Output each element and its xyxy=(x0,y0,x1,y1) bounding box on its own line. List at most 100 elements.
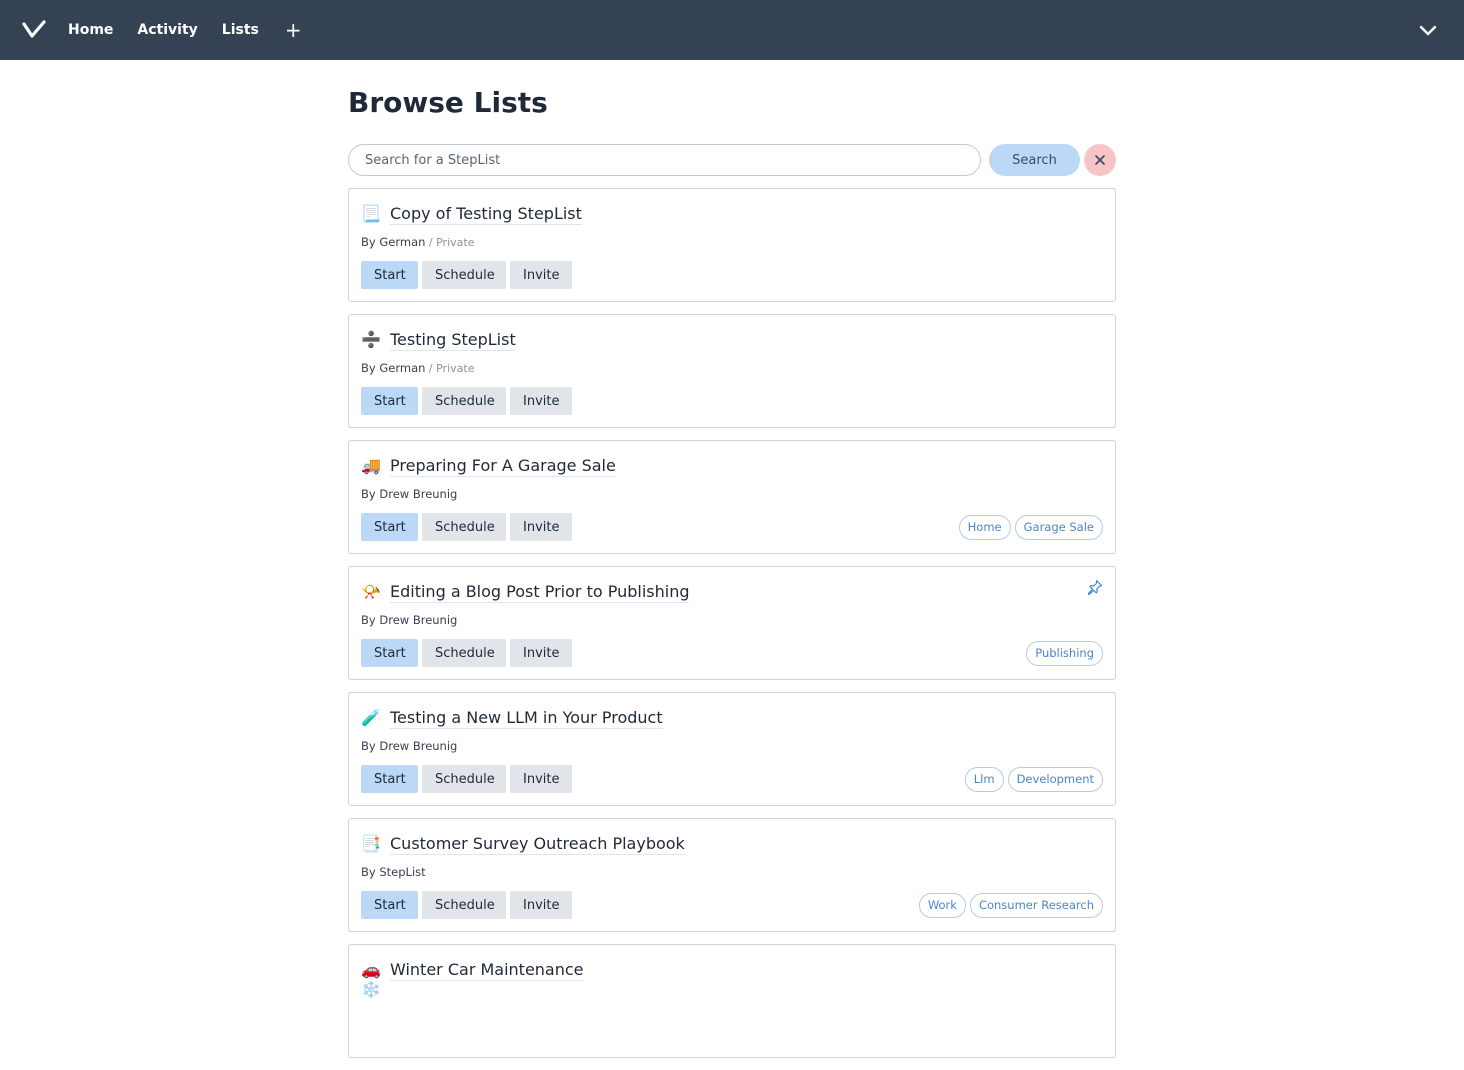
tag-badge[interactable]: Home xyxy=(958,515,1011,540)
list-title-link[interactable]: Preparing For A Garage Sale xyxy=(390,456,616,477)
nav-lists-link[interactable]: Lists xyxy=(222,22,259,38)
byline-prefix: By xyxy=(361,613,376,627)
steplist-card: 📃 Copy of Testing StepList By German / Pri… xyxy=(348,188,1116,302)
card-title-row: 📃 Copy of Testing StepList xyxy=(361,203,582,225)
card-title-row: 📯 Editing a Blog Post Prior to Publishing xyxy=(361,581,690,603)
card-actions: Start Schedule Invite xyxy=(361,261,572,289)
list-byline: By StepList xyxy=(361,865,426,879)
card-actions: Start Schedule Invite xyxy=(361,639,572,667)
steplist-logo-icon[interactable] xyxy=(22,18,46,42)
list-title-link[interactable]: Editing a Blog Post Prior to Publishing xyxy=(390,582,690,603)
list-emoji-icon: 🧪 xyxy=(361,708,381,727)
list-title-link[interactable]: Testing StepList xyxy=(390,330,516,351)
invite-button[interactable]: Invite xyxy=(510,513,572,541)
steplist-card: 🧪 Testing a New LLM in Your Product By Dre… xyxy=(348,692,1116,806)
byline-prefix: By xyxy=(361,487,376,501)
steplist-card: 📯 Editing a Blog Post Prior to Publishing… xyxy=(348,566,1116,680)
schedule-button[interactable]: Schedule xyxy=(422,891,506,919)
start-button[interactable]: Start xyxy=(361,765,418,793)
list-emoji-icon: 📯 xyxy=(361,582,381,601)
card-tags: Publishing xyxy=(1026,641,1103,666)
steplist-list: 📃 Copy of Testing StepList By German / Pri… xyxy=(348,188,1116,1058)
card-actions: Start Schedule Invite xyxy=(361,891,572,919)
byline-prefix: By xyxy=(361,235,376,249)
author-name: German xyxy=(379,235,426,249)
steplist-card: ➗ Testing StepList By German / Private Star… xyxy=(348,314,1116,428)
clear-search-button[interactable] xyxy=(1084,144,1116,176)
card-actions: Start Schedule Invite xyxy=(361,513,572,541)
steplist-card: 📑 Customer Survey Outreach Playbook By Ste… xyxy=(348,818,1116,932)
byline-prefix: By xyxy=(361,739,376,753)
card-title-row: 🚚 Preparing For A Garage Sale xyxy=(361,455,616,477)
byline-prefix: By xyxy=(361,361,376,375)
card-tags: Llm Development xyxy=(964,767,1103,792)
list-byline: By Drew Breunig xyxy=(361,487,457,501)
start-button[interactable]: Start xyxy=(361,639,418,667)
search-bar: Search xyxy=(348,144,1116,176)
top-navigation-bar: Home Activity Lists + xyxy=(0,0,1464,60)
list-byline: By Drew Breunig xyxy=(361,739,457,753)
tag-badge[interactable]: Development xyxy=(1007,767,1103,792)
schedule-button[interactable]: Schedule xyxy=(422,387,506,415)
byline-prefix: By xyxy=(361,865,376,879)
schedule-button[interactable]: Schedule xyxy=(422,513,506,541)
tag-badge[interactable]: Consumer Research xyxy=(969,893,1103,918)
card-title-row: 📑 Customer Survey Outreach Playbook xyxy=(361,833,685,855)
list-emoji-icon: 🚗❄️ xyxy=(361,960,381,999)
list-emoji-icon: 📑 xyxy=(361,834,381,853)
tag-badge[interactable]: Publishing xyxy=(1026,641,1103,666)
start-button[interactable]: Start xyxy=(361,261,418,289)
search-input[interactable] xyxy=(348,144,981,176)
pin-icon[interactable] xyxy=(1087,579,1103,595)
steplist-card: 🚗❄️ Winter Car Maintenance xyxy=(348,944,1116,1058)
list-byline: By German / Private xyxy=(361,235,474,249)
invite-button[interactable]: Invite xyxy=(510,387,572,415)
card-tags: Work Consumer Research xyxy=(918,893,1103,918)
privacy-label: / Private xyxy=(425,236,475,249)
invite-button[interactable]: Invite xyxy=(510,639,572,667)
close-icon xyxy=(1095,155,1105,165)
list-emoji-icon: ➗ xyxy=(361,330,381,349)
list-title-link[interactable]: Customer Survey Outreach Playbook xyxy=(390,834,685,855)
start-button[interactable]: Start xyxy=(361,891,418,919)
list-emoji-icon: 📃 xyxy=(361,204,381,223)
schedule-button[interactable]: Schedule xyxy=(422,639,506,667)
card-title-row: 🚗❄️ Winter Car Maintenance xyxy=(361,959,584,999)
list-title-link[interactable]: Copy of Testing StepList xyxy=(390,204,582,225)
tag-badge[interactable]: Garage Sale xyxy=(1014,515,1103,540)
author-name: StepList xyxy=(379,865,426,879)
schedule-button[interactable]: Schedule xyxy=(422,261,506,289)
nav-home-link[interactable]: Home xyxy=(68,22,113,38)
card-title-row: 🧪 Testing a New LLM in Your Product xyxy=(361,707,663,729)
search-button[interactable]: Search xyxy=(989,144,1080,176)
author-name: Drew Breunig xyxy=(379,739,458,753)
author-name: Drew Breunig xyxy=(379,613,458,627)
list-byline: By German / Private xyxy=(361,361,474,375)
author-name: German xyxy=(379,361,426,375)
schedule-button[interactable]: Schedule xyxy=(422,765,506,793)
list-byline: By Drew Breunig xyxy=(361,613,457,627)
invite-button[interactable]: Invite xyxy=(510,765,572,793)
privacy-label: / Private xyxy=(425,362,475,375)
add-list-icon[interactable]: + xyxy=(285,20,302,40)
list-title-link[interactable]: Testing a New LLM in Your Product xyxy=(390,708,663,729)
card-actions: Start Schedule Invite xyxy=(361,387,572,415)
start-button[interactable]: Start xyxy=(361,513,418,541)
start-button[interactable]: Start xyxy=(361,387,418,415)
nav-activity-link[interactable]: Activity xyxy=(137,22,197,38)
chevron-down-icon[interactable] xyxy=(1418,21,1438,39)
card-actions: Start Schedule Invite xyxy=(361,765,572,793)
list-title-link[interactable]: Winter Car Maintenance xyxy=(390,960,584,981)
tag-badge[interactable]: Work xyxy=(918,893,966,918)
card-title-row: ➗ Testing StepList xyxy=(361,329,516,351)
main-content: Browse Lists Search 📃 Copy of Testing Ste… xyxy=(348,60,1116,1070)
author-name: Drew Breunig xyxy=(379,487,458,501)
card-tags: Home Garage Sale xyxy=(958,515,1103,540)
page-title: Browse Lists xyxy=(348,86,548,119)
invite-button[interactable]: Invite xyxy=(510,891,572,919)
list-emoji-icon: 🚚 xyxy=(361,456,381,475)
main-nav: Home Activity Lists + xyxy=(68,0,302,60)
invite-button[interactable]: Invite xyxy=(510,261,572,289)
tag-badge[interactable]: Llm xyxy=(964,767,1004,792)
steplist-card: 🚚 Preparing For A Garage Sale By Drew Breu… xyxy=(348,440,1116,554)
